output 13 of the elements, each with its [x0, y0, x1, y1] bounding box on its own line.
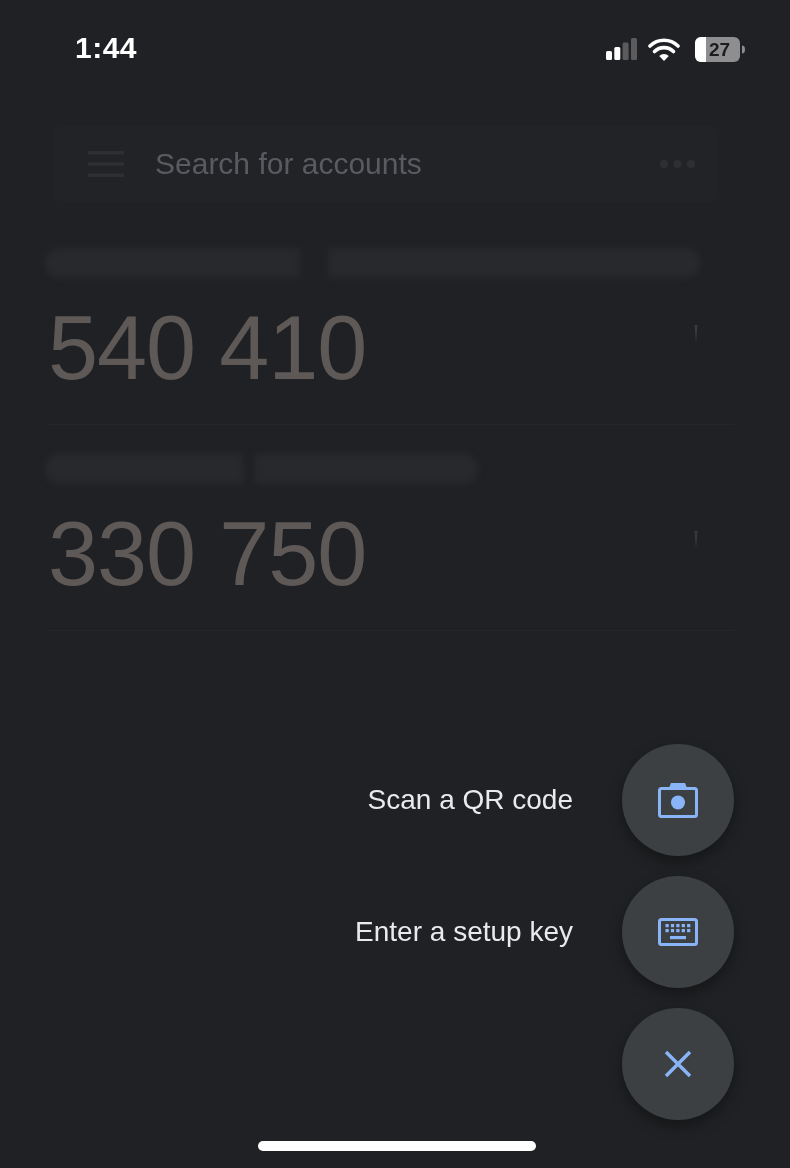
action-label[interactable]: Enter a setup key	[355, 915, 573, 949]
close-icon	[664, 1050, 692, 1078]
wifi-icon	[648, 37, 680, 61]
action-label[interactable]: Scan a QR code	[367, 783, 573, 817]
signal-icon	[606, 38, 637, 60]
battery-percentage: 27	[709, 38, 731, 60]
search-field[interactable]: Search for accounts	[155, 146, 660, 182]
verification-code: 540 410	[48, 297, 367, 399]
camera-icon	[658, 782, 698, 818]
keyboard-icon	[658, 918, 698, 946]
battery-icon	[695, 36, 745, 62]
status-time: 1:44	[75, 31, 138, 65]
verification-code: 330 750	[48, 503, 367, 605]
